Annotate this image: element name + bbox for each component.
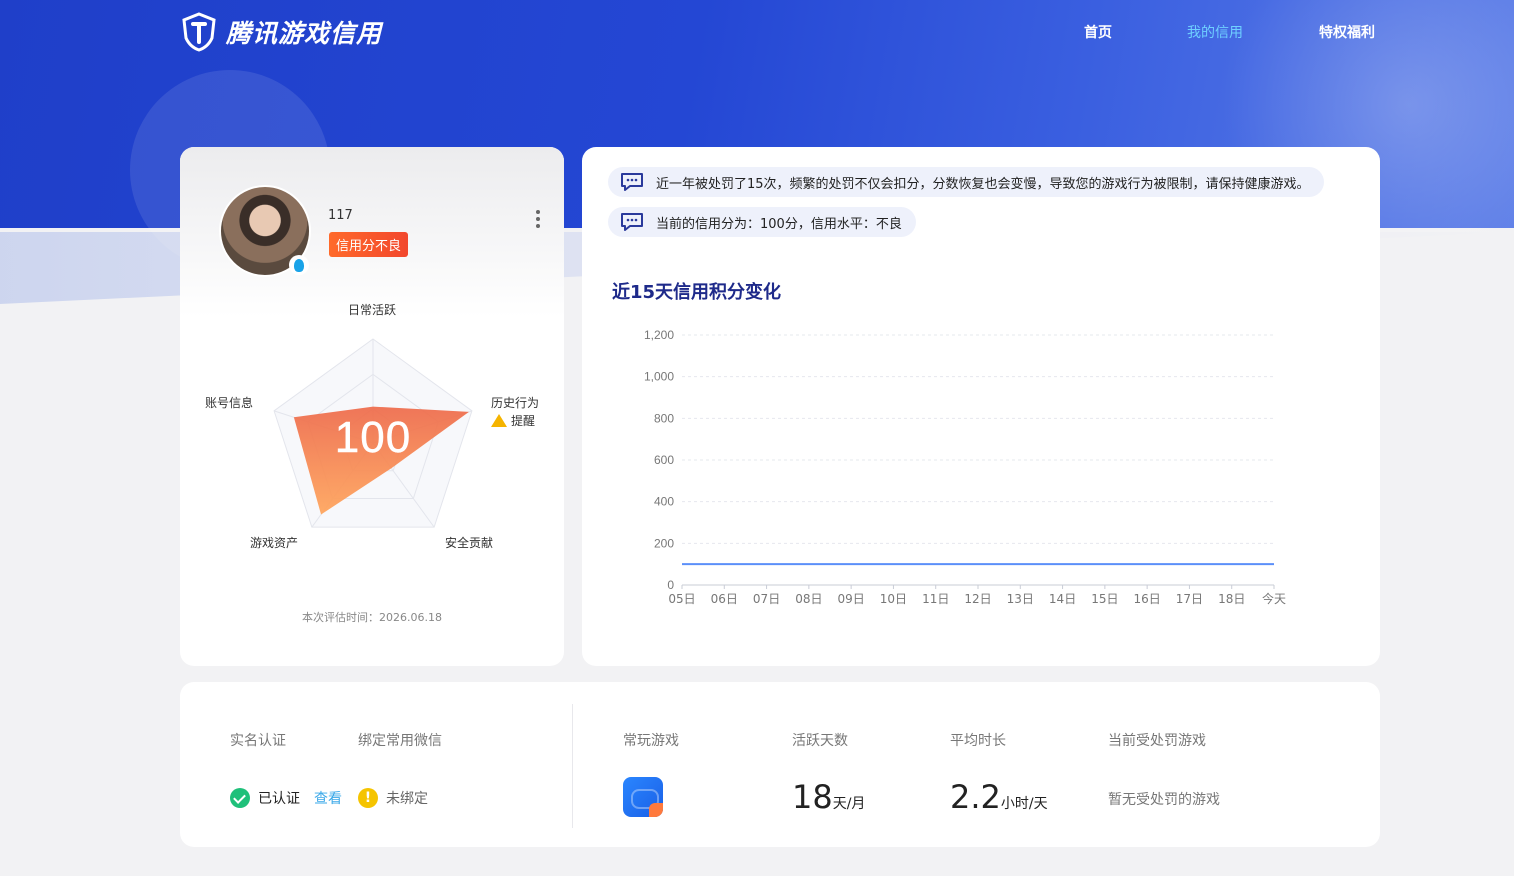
- evaluation-time: 本次评估时间：2026.06.18: [302, 611, 442, 624]
- more-options-icon[interactable]: [532, 207, 544, 231]
- nav-privileges[interactable]: 特权福利: [1319, 22, 1375, 42]
- x-tick-label: 13日: [1007, 592, 1034, 606]
- x-tick-label: 今天: [1262, 591, 1286, 606]
- radar-label-assets: 游戏资产: [250, 536, 299, 550]
- warning-circle-icon: !: [358, 788, 378, 808]
- view-link[interactable]: 查看: [314, 788, 342, 808]
- notice-score: 当前的信用分为：100分，信用水平：不良: [608, 207, 916, 237]
- radar-label-history: 历史行为: [491, 396, 540, 410]
- radar-label-account: 账号信息: [205, 396, 254, 410]
- account-stats-card: 实名认证 绑定常用微信 已认证 查看 ! 未绑定 常玩游戏 活跃天数 18 天/…: [180, 682, 1380, 847]
- punished-games-heading: 当前受处罚游戏: [1108, 733, 1206, 749]
- x-tick-label: 15日: [1091, 592, 1118, 606]
- check-circle-icon: [230, 788, 250, 808]
- warning-icon: [491, 414, 507, 427]
- realname-heading: 实名认证: [230, 733, 286, 749]
- notice-penalty-text: 近一年被处罚了15次，频繁的处罚不仅会扣分，分数恢复也会变慢，导致您的游戏行为被…: [656, 176, 1310, 192]
- x-tick-label: 17日: [1176, 592, 1203, 606]
- nav-home[interactable]: 首页: [1084, 22, 1112, 42]
- user-id: 117: [328, 208, 353, 223]
- credit-line-chart: 0 200 400 600 800 1,000 1,200 05日 06日 07日 08日 09日 10…: [644, 328, 1286, 606]
- message-icon: [621, 213, 643, 231]
- x-tick-label: 16日: [1134, 592, 1161, 606]
- active-days-value: 18: [792, 778, 833, 816]
- x-tick-label: 12日: [964, 592, 991, 606]
- warning-label: 提醒: [511, 414, 536, 428]
- qq-badge-icon: [289, 255, 309, 275]
- divider: [572, 704, 573, 828]
- avg-duration-value: 2.2: [950, 778, 1001, 816]
- y-tick-label: 0: [667, 578, 674, 592]
- avg-duration-unit: 小时/天: [1000, 796, 1048, 812]
- wechat-status[interactable]: 未绑定: [386, 788, 428, 808]
- y-tick-label: 1,200: [644, 328, 674, 342]
- credit-status-badge: 信用分不良: [329, 232, 409, 257]
- x-tick-label: 11日: [922, 592, 949, 606]
- verification-row: 已认证 查看 ! 未绑定: [230, 788, 428, 808]
- x-tick-label: 09日: [838, 592, 865, 606]
- nav-my-credit[interactable]: 我的信用: [1187, 22, 1243, 42]
- frequent-game-heading: 常玩游戏: [623, 733, 679, 749]
- x-tick-label: 06日: [711, 592, 738, 606]
- credit-radar-chart: 100: [273, 338, 473, 528]
- realname-status: 已认证: [258, 791, 300, 807]
- y-tick-label: 1,000: [644, 370, 674, 384]
- y-tick-label: 200: [654, 536, 674, 550]
- chart-title: 近15天信用积分变化: [612, 282, 782, 303]
- y-tick-label: 600: [654, 453, 674, 467]
- notice-score-text: 当前的信用分为：100分，信用水平：不良: [656, 216, 902, 232]
- wechat-heading: 绑定常用微信: [358, 733, 442, 749]
- x-tick-label: 18日: [1218, 592, 1245, 606]
- profile-card: 117 信用分不良 100 日常活跃 历史行为 提醒 安全贡献 游戏资产 账号信…: [180, 147, 564, 666]
- credit-info-card: 近一年被处罚了15次，频繁的处罚不仅会扣分，分数恢复也会变慢，导致您的游戏行为被…: [582, 147, 1380, 666]
- radar-label-security: 安全贡献: [445, 536, 494, 550]
- y-tick-label: 400: [654, 495, 674, 509]
- x-tick-label: 10日: [880, 592, 907, 606]
- radar-label-daily-active: 日常活跃: [348, 303, 397, 317]
- active-days: 18 天/月: [792, 778, 865, 816]
- avg-duration-heading: 平均时长: [950, 733, 1006, 749]
- history-warning[interactable]: 提醒: [491, 412, 535, 429]
- x-tick-label: 14日: [1049, 592, 1076, 606]
- top-nav: 首页 我的信用 特权福利: [0, 22, 1514, 42]
- punished-games-value: 暂无受处罚的游戏: [1108, 792, 1220, 808]
- notice-penalty: 近一年被处罚了15次，频繁的处罚不仅会扣分，分数恢复也会变慢，导致您的游戏行为被…: [608, 167, 1324, 197]
- active-days-heading: 活跃天数: [792, 733, 848, 749]
- message-icon: [621, 173, 643, 191]
- avg-duration: 2.2 小时/天: [950, 778, 1048, 816]
- credit-score: 100: [335, 413, 411, 462]
- y-tick-label: 800: [654, 411, 674, 425]
- game-app-icon[interactable]: [623, 777, 663, 817]
- x-tick-label: 08日: [795, 592, 822, 606]
- active-days-unit: 天/月: [832, 796, 866, 812]
- x-tick-label: 05日: [668, 592, 695, 606]
- x-tick-label: 07日: [753, 592, 780, 606]
